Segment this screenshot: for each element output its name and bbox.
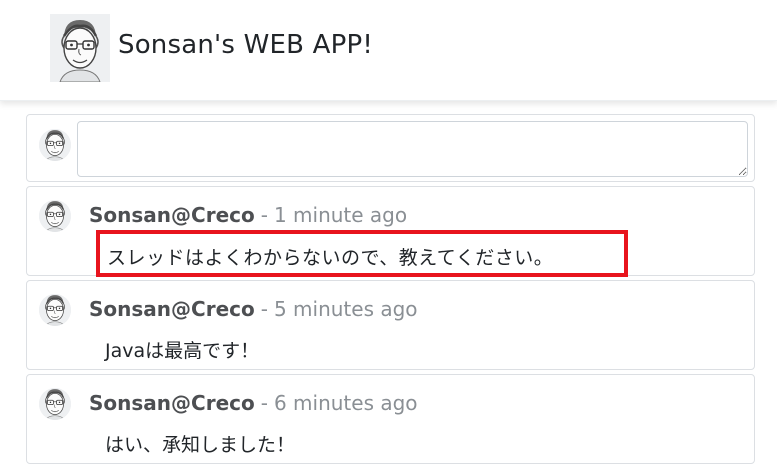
avatar-sketch-icon[interactable]	[50, 14, 110, 82]
app-title[interactable]: Sonsan's WEB APP!	[118, 30, 373, 60]
comment-text: Javaは最高です！	[105, 340, 260, 362]
comment-author: Sonsan@Creco	[89, 391, 255, 415]
comment-time: 6 minutes ago	[273, 391, 418, 415]
comment-meta: Sonsan@Creco -5 minutes ago	[89, 297, 418, 321]
comment-meta: Sonsan@Creco -1 minute ago	[89, 203, 407, 227]
comment-card: Sonsan@Creco -5 minutes ago Javaは最高です！	[26, 280, 755, 370]
avatar	[39, 294, 71, 326]
comment-meta: Sonsan@Creco -6 minutes ago	[89, 391, 418, 415]
comment-time: 1 minute ago	[273, 203, 408, 227]
comment-author: Sonsan@Creco	[89, 297, 255, 321]
comment-card: Sonsan@Creco -6 minutes ago はい、承知しました！	[26, 374, 755, 464]
comment-author: Sonsan@Creco	[89, 203, 255, 227]
meta-separator: -	[260, 391, 268, 415]
comment-text: スレッドはよくわからないので、教えてください。	[107, 247, 554, 269]
comment-text: はい、承知しました！	[105, 434, 296, 456]
avatar	[39, 129, 71, 161]
avatar	[39, 200, 71, 232]
comment-time: 5 minutes ago	[273, 297, 418, 321]
comment-card: Sonsan@Creco -1 minute ago スレッドはよくわからないので…	[26, 186, 755, 277]
meta-separator: -	[260, 203, 268, 227]
meta-separator: -	[260, 297, 268, 321]
avatar	[39, 388, 71, 420]
comment-input[interactable]	[77, 121, 748, 177]
navbar: Sonsan's WEB APP!	[0, 0, 777, 101]
comment-composer	[26, 114, 755, 182]
